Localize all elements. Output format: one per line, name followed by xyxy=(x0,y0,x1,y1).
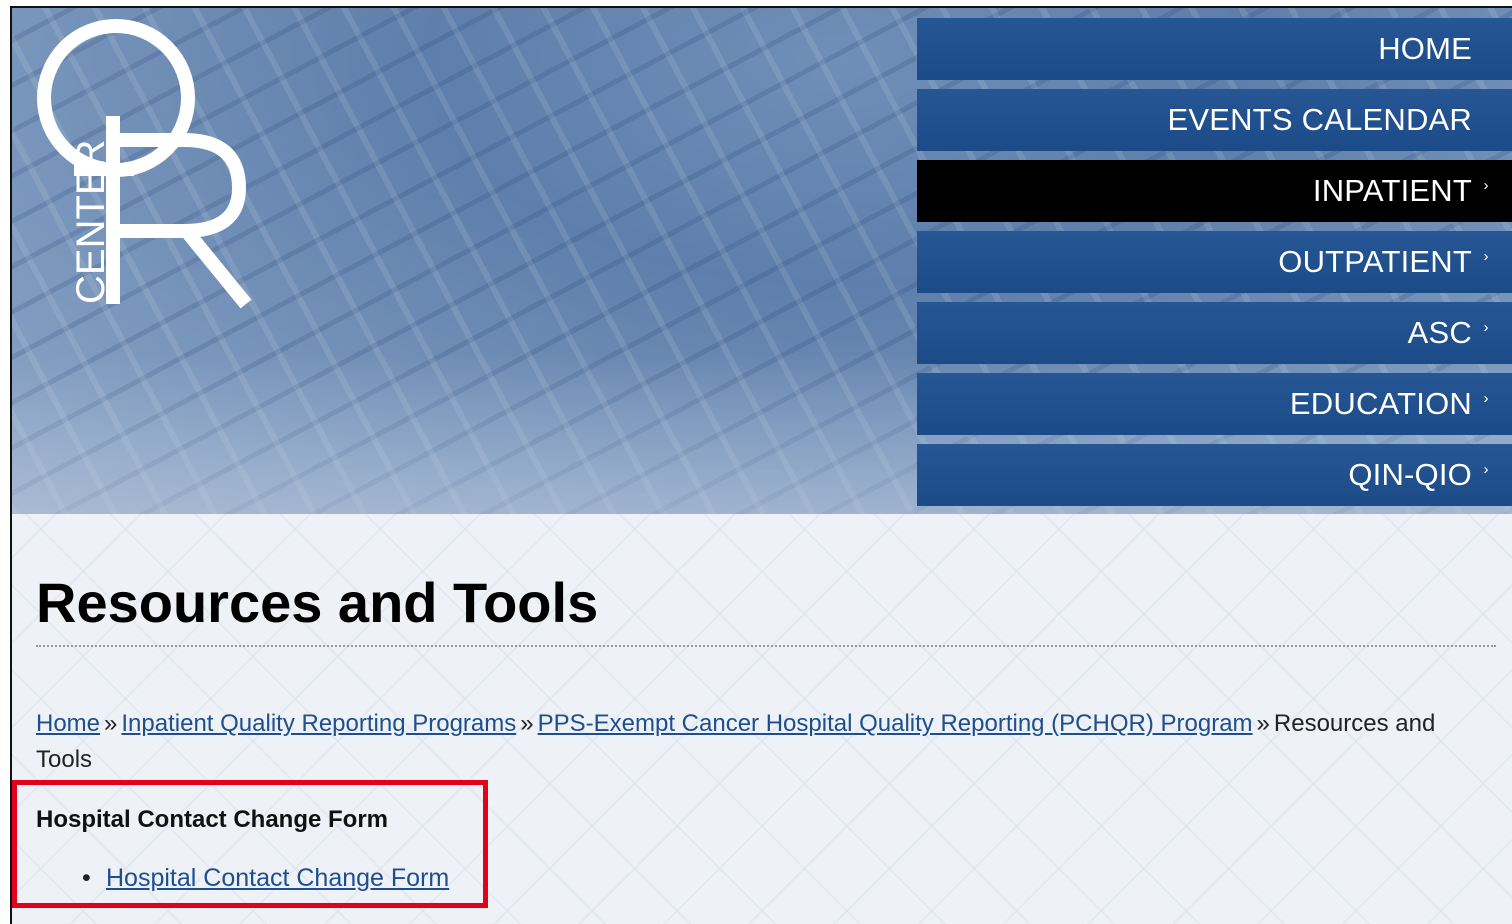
chevron-right-icon: › xyxy=(1483,389,1489,407)
nav-item-qin-qio[interactable]: QIN-QIO › xyxy=(917,444,1512,506)
nav-item-label: EVENTS CALENDAR xyxy=(1167,102,1472,137)
browser-frame: CENTER HOME EVENTS CALENDAR INPATIENT › OUTP… xyxy=(10,6,1512,924)
title-divider xyxy=(36,645,1496,647)
section-heading: Hospital Contact Change Form xyxy=(36,806,389,833)
nav-item-outpatient[interactable]: OUTPATIENT › xyxy=(917,231,1512,293)
nav-item-label: HOME xyxy=(1378,31,1472,66)
main-content: Resources and Tools Home» Inpatient Quali… xyxy=(12,514,1512,924)
breadcrumb: Home» Inpatient Quality Reporting Program… xyxy=(36,706,1496,778)
breadcrumb-link-pchqr-program[interactable]: PPS-Exempt Cancer Hospital Quality Repor… xyxy=(538,710,1253,737)
nav-item-education[interactable]: EDUCATION › xyxy=(917,373,1512,435)
chevron-right-icon: › xyxy=(1483,460,1489,478)
qr-logo-icon: CENTER xyxy=(37,19,252,309)
nav-item-label: QIN-QIO xyxy=(1348,457,1472,492)
chevron-right-icon: › xyxy=(1483,318,1489,336)
nav-item-label: EDUCATION xyxy=(1289,386,1472,421)
site-logo[interactable]: CENTER xyxy=(34,16,274,316)
list-item: • Hospital Contact Change Form xyxy=(82,864,449,893)
nav-item-events-calendar[interactable]: EVENTS CALENDAR xyxy=(917,89,1512,151)
breadcrumb-link-inpatient-programs[interactable]: Inpatient Quality Reporting Programs xyxy=(121,710,516,737)
page-title: Resources and Tools xyxy=(36,571,599,634)
nav-item-home[interactable]: HOME xyxy=(917,18,1512,80)
site-header: CENTER HOME EVENTS CALENDAR INPATIENT › OUTP… xyxy=(12,8,1512,514)
breadcrumb-separator: » xyxy=(104,710,118,737)
main-nav: HOME EVENTS CALENDAR INPATIENT › OUTPATIENT ›… xyxy=(917,18,1512,514)
hospital-contact-change-form-link[interactable]: Hospital Contact Change Form xyxy=(106,864,449,892)
logo-center-text: CENTER xyxy=(69,140,113,304)
breadcrumb-link-home[interactable]: Home xyxy=(36,710,100,737)
chevron-right-icon: › xyxy=(1483,247,1489,265)
breadcrumb-separator: » xyxy=(520,710,534,737)
bullet-icon: • xyxy=(82,864,91,892)
nav-item-asc[interactable]: ASC › xyxy=(917,302,1512,364)
nav-item-label: OUTPATIENT xyxy=(1278,244,1472,279)
nav-item-inpatient[interactable]: INPATIENT › xyxy=(917,160,1512,222)
breadcrumb-separator: » xyxy=(1256,710,1270,737)
nav-item-label: ASC xyxy=(1407,315,1472,350)
chevron-right-icon: › xyxy=(1483,176,1489,194)
nav-item-label: INPATIENT xyxy=(1312,173,1472,208)
